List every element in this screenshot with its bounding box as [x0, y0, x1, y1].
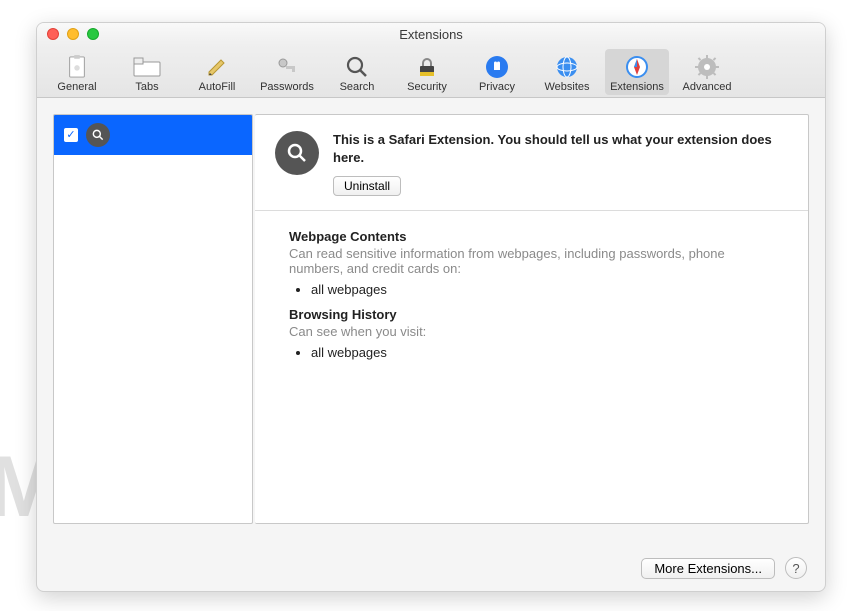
extension-header: This is a Safari Extension. You should t… — [255, 115, 808, 211]
help-button[interactable]: ? — [785, 557, 807, 579]
toolbar-item-label: Tabs — [115, 81, 179, 93]
webpage-contents-desc: Can read sensitive information from webp… — [289, 246, 774, 276]
tab-extensions[interactable]: Extensions — [605, 49, 669, 95]
browsing-history-desc: Can see when you visit: — [289, 324, 774, 339]
gear-icon — [675, 53, 739, 81]
window-title: Extensions — [37, 27, 825, 42]
extension-large-icon — [275, 131, 319, 175]
permissions-section: Webpage Contents Can read sensitive info… — [255, 211, 808, 380]
more-extensions-button[interactable]: More Extensions... — [641, 558, 775, 579]
tab-security[interactable]: Security — [395, 49, 459, 95]
tab-tabs[interactable]: Tabs — [115, 49, 179, 95]
toolbar-item-label: Privacy — [465, 81, 529, 93]
general-icon — [45, 53, 109, 81]
tab-advanced[interactable]: Advanced — [675, 49, 739, 95]
toolbar-item-label: Security — [395, 81, 459, 93]
toolbar-item-label: Search — [325, 81, 389, 93]
toolbar-item-label: Passwords — [255, 81, 319, 93]
hand-icon — [465, 53, 529, 81]
titlebar: Extensions — [37, 23, 825, 45]
browsing-history-item: all webpages — [311, 345, 774, 360]
toolbar-item-label: General — [45, 81, 109, 93]
extension-icon — [86, 123, 110, 147]
tab-websites[interactable]: Websites — [535, 49, 599, 95]
tab-general[interactable]: General — [45, 49, 109, 95]
toolbar-item-label: Websites — [535, 81, 599, 93]
toolbar-item-label: Advanced — [675, 81, 739, 93]
tab-privacy[interactable]: Privacy — [465, 49, 529, 95]
webpage-contents-title: Webpage Contents — [289, 229, 774, 244]
extension-list-item[interactable]: ✓ — [54, 115, 252, 155]
uninstall-button[interactable]: Uninstall — [333, 176, 401, 196]
key-icon — [255, 53, 319, 81]
pencil-icon — [185, 53, 249, 81]
extension-detail: This is a Safari Extension. You should t… — [255, 114, 809, 524]
browsing-history-title: Browsing History — [289, 307, 774, 322]
preferences-window: Extensions General Tabs AutoFill Passwor… — [36, 22, 826, 592]
toolbar-item-label: Extensions — [605, 81, 669, 93]
preferences-toolbar: General Tabs AutoFill Passwords Search — [37, 45, 825, 98]
compass-icon — [605, 53, 669, 81]
toolbar-item-label: AutoFill — [185, 81, 249, 93]
content-area: ✓ This is a Safari Extension. You should… — [37, 98, 825, 557]
lock-icon — [395, 53, 459, 81]
footer: More Extensions... ? — [37, 557, 825, 591]
tab-search[interactable]: Search — [325, 49, 389, 95]
globe-icon — [535, 53, 599, 81]
webpage-contents-item: all webpages — [311, 282, 774, 297]
search-icon — [325, 53, 389, 81]
tab-passwords[interactable]: Passwords — [255, 49, 319, 95]
extension-description: This is a Safari Extension. You should t… — [333, 131, 788, 166]
extension-enabled-checkbox[interactable]: ✓ — [64, 128, 78, 142]
tabs-icon — [115, 53, 179, 81]
tab-autofill[interactable]: AutoFill — [185, 49, 249, 95]
extension-list: ✓ — [53, 114, 253, 524]
